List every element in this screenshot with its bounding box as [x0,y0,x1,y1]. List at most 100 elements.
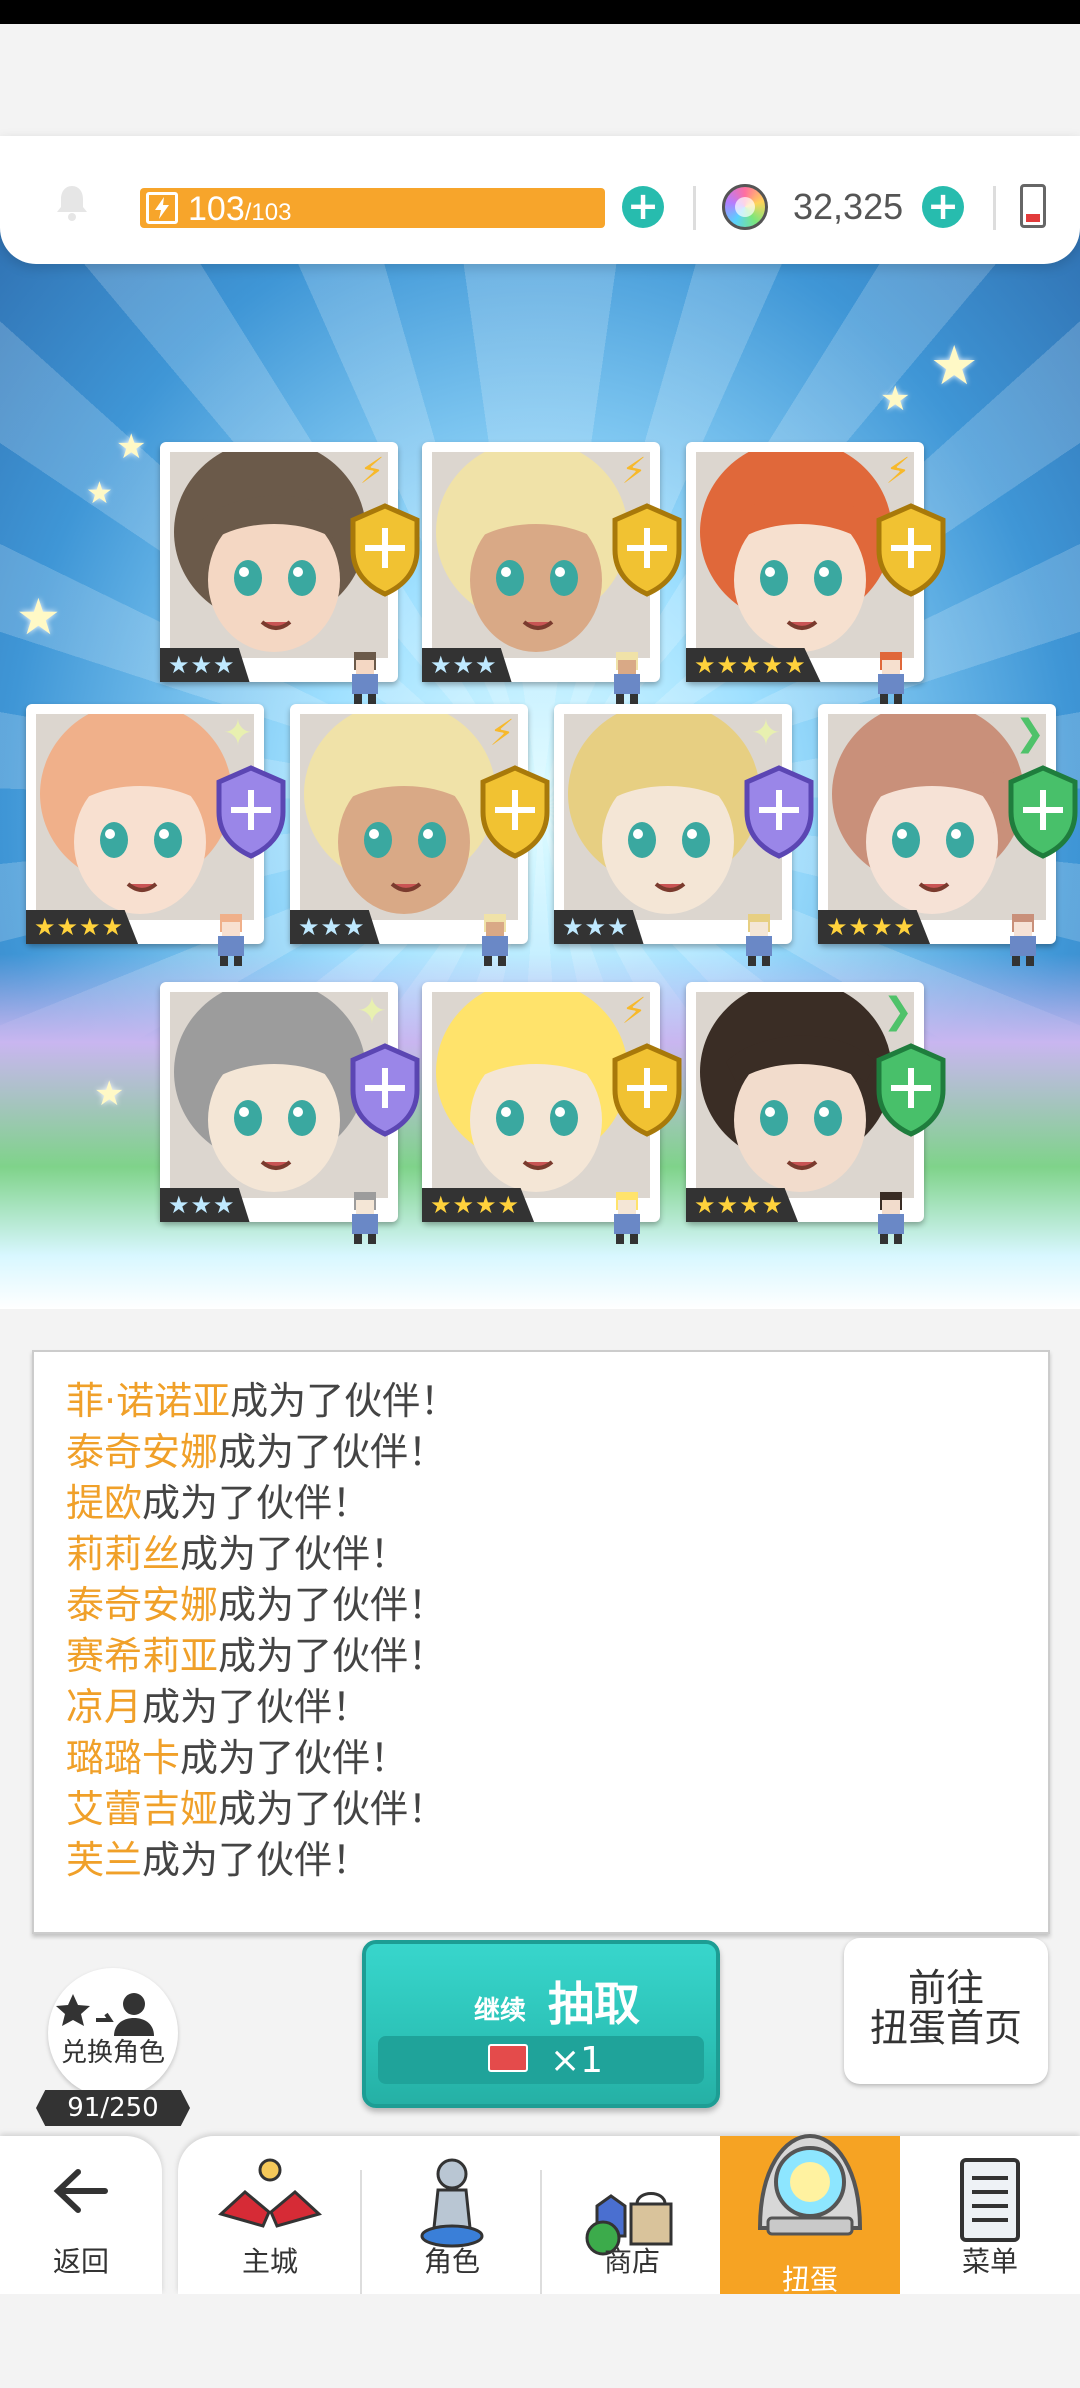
result-message: 提欧成为了伙伴！ [66,1472,370,1527]
character-card[interactable]: ✦ ★★★ [554,704,814,966]
result-message: 芙兰成为了伙伴！ [66,1829,370,1884]
result-message-panel[interactable]: 菲·诺诺亚成为了伙伴！ 泰奇安娜成为了伙伴！ 提欧成为了伙伴！ 莉莉丝成为了伙伴！ 泰奇… [32,1350,1050,1934]
stamina-value: 103/103 [188,190,292,228]
tab-characters[interactable]: 角色 [362,2136,542,2294]
rarity-stars: ★★★★★ [686,648,821,682]
tab-label: 商店 [603,2245,660,2278]
message-text: 成为了伙伴！ [218,1787,447,1831]
character-card[interactable]: ⚡ ★★★ [290,704,550,966]
resource-bar: 103/103 + 32,325 + [0,136,1080,264]
light-element-icon: ✦ [356,991,388,1032]
purple-shield-class-icon [212,764,290,860]
result-message: 艾蕾吉娅成为了伙伴！ [66,1778,446,1833]
tab-shop[interactable]: 商店 [542,2136,722,2294]
result-message: 莉莉丝成为了伙伴！ [66,1523,408,1578]
divider [693,186,696,230]
pixel-sprite-icon [208,912,254,968]
gacha-result-banner: ★ ★ ★ ★ ★ ★ ⚡ ★★★ ⚡ ★★★ ⚡ ★★★★★ ✦ ★★★★ ⚡… [0,194,1080,1309]
continue-label: 继续 [474,1996,527,2026]
character-card[interactable]: ⚡ ★★★★★ [686,442,946,704]
pixel-sprite-icon [342,1190,388,1246]
purple-shield-class-icon [346,1042,424,1138]
pixel-sprite-icon [868,650,914,706]
bottom-spacer [0,2294,1080,2388]
message-text: 成为了伙伴！ [142,1838,371,1882]
character-name: 莉莉丝 [66,1532,181,1576]
rarity-stars: ★★★★ [686,1188,799,1222]
character-name: 璐璐卡 [66,1736,181,1780]
message-text: 成为了伙伴！ [218,1430,447,1474]
message-text: 成为了伙伴！ [142,1685,371,1729]
sparkle-star-icon: ★ [930,334,979,397]
pixel-sprite-icon [472,912,518,968]
character-card[interactable]: ✦ ★★★★ [26,704,286,966]
bell-icon[interactable] [52,182,92,222]
go-gacha-home-button[interactable]: 前往 扭蛋首页 [844,1938,1048,2084]
character-card[interactable]: ✦ ★★★ [160,982,420,1244]
tab-main-city[interactable]: 主城 [180,2136,360,2294]
gem-icon [722,184,768,230]
lightning-icon: ⚡ [359,451,385,492]
wind-element-icon: ❯ [1014,713,1046,754]
arrow-left-icon [53,2169,108,2213]
add-gems-button[interactable]: + [922,186,964,228]
character-name: 泰奇安娜 [66,1430,219,1474]
rarity-stars: ★★★ [160,1188,250,1222]
character-card[interactable]: ⚡ ★★★ [160,442,420,704]
message-text: 成为了伙伴！ [180,1736,409,1780]
continue-pull-button[interactable]: 继续 抽取 ×1 [362,1940,720,2108]
lightning-icon: ⚡ [489,713,515,754]
rarity-stars: ★★★ [160,648,250,682]
gacha-icon [757,2133,863,2236]
message-text: 成为了伙伴！ [180,1532,409,1576]
message-text: 成为了伙伴！ [218,1634,447,1678]
result-message: 赛希莉亚成为了伙伴！ [66,1625,446,1680]
gem-count: 32,325 [793,186,904,227]
light-element-icon: ✦ [222,713,254,754]
result-message: 璐璐卡成为了伙伴！ [66,1727,408,1782]
nav-tab-bar: 主城 角色 商店 扭蛋 菜单 [178,2133,1080,2312]
menu-icon [960,2158,1020,2242]
tab-label: 菜单 [961,2245,1018,2278]
gold-sword-class-icon [476,764,554,860]
exchange-label: 兑换角色 [60,2038,165,2068]
lightning-icon: ⚡ [621,451,647,492]
purple-shield-class-icon [740,764,818,860]
pull-cost-bar [378,2036,704,2084]
go-home-line1: 前往 [907,1966,984,2010]
castle-icon [218,2158,322,2228]
back-button[interactable]: 返回 [0,2136,162,2294]
pixel-sprite-icon [868,1190,914,1246]
ticket-icon [488,2044,528,2072]
message-text: 成为了伙伴！ [218,1583,447,1627]
gold-sword-class-icon [608,1042,686,1138]
character-card[interactable]: ❯ ★★★★ [818,704,1078,966]
character-card[interactable]: ⚡ ★★★ [422,442,682,704]
add-stamina-button[interactable]: + [622,186,664,228]
sparkle-star-icon: ★ [94,1074,125,1114]
sparkle-star-icon: ★ [16,588,61,646]
pull-quantity: ×1 [550,2040,604,2081]
pixel-sprite-icon [736,912,782,968]
character-name: 凉月 [66,1685,143,1729]
tab-gacha[interactable]: 扭蛋 [720,2133,900,2312]
tab-label: 扭蛋 [781,2263,838,2296]
rarity-stars: ★★★★ [422,1188,535,1222]
back-label: 返回 [52,2245,109,2278]
rarity-stars: ★★★ [554,910,644,944]
result-message: 泰奇安娜成为了伙伴！ [66,1421,446,1476]
character-name: 泰奇安娜 [66,1583,219,1627]
wind-element-icon: ❯ [882,991,914,1032]
character-card[interactable]: ⚡ ★★★★ [422,982,682,1244]
result-message: 凉月成为了伙伴！ [66,1676,370,1731]
tab-menu[interactable]: 菜单 [900,2136,1080,2294]
system-status-bar [0,0,1080,24]
lightning-icon: ⚡ [885,451,911,492]
result-message: 菲·诺诺亚成为了伙伴！ [66,1370,458,1425]
character-card[interactable]: ❯ ★★★★ [686,982,946,1244]
gold-sword-class-icon [608,502,686,598]
character-name: 菲·诺诺亚 [66,1379,231,1423]
light-element-icon: ✦ [750,713,782,754]
pixel-sprite-icon [604,650,650,706]
tab-label: 主城 [241,2245,298,2278]
